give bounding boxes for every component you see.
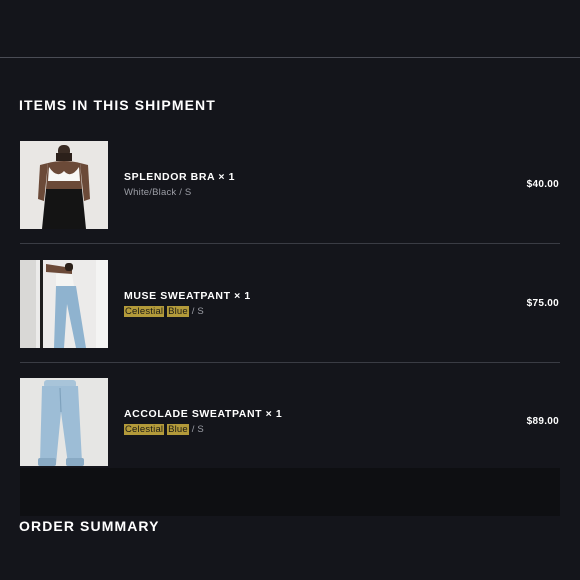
- variant-text: / S: [188, 424, 204, 435]
- row-divider: [20, 243, 560, 244]
- item-title: SPLENDOR BRA × 1: [124, 171, 236, 183]
- item-variant: Celestial Blue / S: [124, 424, 282, 435]
- product-image[interactable]: [20, 141, 108, 229]
- shipment-item-splendor-bra[interactable]: SPLENDOR BRA × 1 White/Black / S $40.00: [20, 141, 560, 229]
- blue-sweatpant-model-photo-icon: [20, 260, 108, 348]
- product-image[interactable]: [20, 260, 108, 348]
- variant-highlight: Blue: [167, 424, 189, 435]
- order-summary-heading: ORDER SUMMARY: [19, 518, 160, 534]
- item-variant: White/Black / S: [124, 187, 235, 198]
- variant-highlight: Celestial: [124, 306, 165, 317]
- item-title: MUSE SWEATPANT × 1: [124, 290, 251, 302]
- variant-text: / S: [188, 306, 204, 317]
- item-variant: Celestial Blue / S: [124, 306, 251, 317]
- variant-highlight: Blue: [167, 306, 189, 317]
- variant-text: White/Black / S: [124, 187, 192, 198]
- blue-sweatpant-product-photo-icon: [20, 378, 108, 466]
- item-info: ACCOLADE SWEATPANT × 1 Celestial Blue / …: [124, 408, 282, 435]
- item-title: ACCOLADE SWEATPANT × 1: [124, 408, 283, 420]
- shipment-item-muse-sweatpant[interactable]: MUSE SWEATPANT × 1 Celestial Blue / S $7…: [20, 260, 560, 348]
- row-divider: [20, 362, 560, 363]
- summary-band: [20, 468, 560, 516]
- item-price: $89.00: [526, 416, 559, 427]
- shipment-item-accolade-sweatpant[interactable]: ACCOLADE SWEATPANT × 1 Celestial Blue / …: [20, 378, 560, 466]
- white-bra-photo-icon: [20, 141, 108, 229]
- item-price: $40.00: [526, 179, 559, 190]
- item-info: MUSE SWEATPANT × 1 Celestial Blue / S: [124, 290, 251, 317]
- variant-highlight: Celestial: [124, 424, 165, 435]
- top-divider: [0, 57, 580, 58]
- product-image[interactable]: [20, 378, 108, 466]
- shipment-heading: ITEMS IN THIS SHIPMENT: [19, 97, 216, 113]
- item-info: SPLENDOR BRA × 1 White/Black / S: [124, 171, 235, 198]
- item-price: $75.00: [526, 298, 559, 309]
